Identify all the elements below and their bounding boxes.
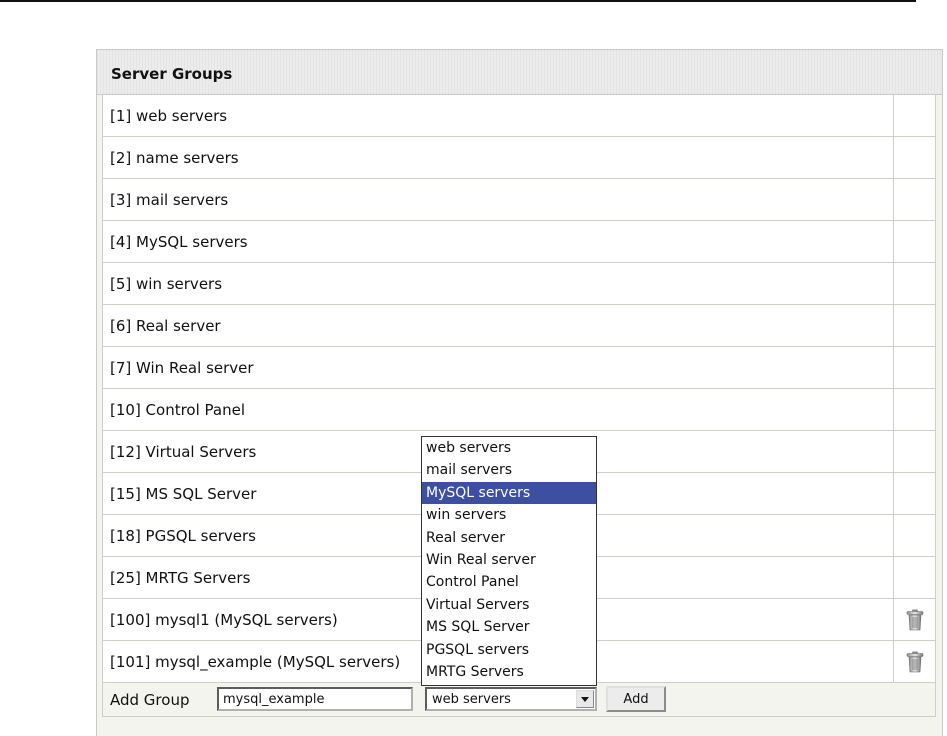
add-group-button[interactable]: Add: [606, 686, 666, 712]
group-row: [6] Real server: [102, 305, 936, 347]
group-row: [1] web servers: [102, 95, 936, 137]
dropdown-option[interactable]: web servers: [422, 437, 596, 459]
panel-header: Server Groups: [97, 50, 942, 95]
dropdown-option[interactable]: MySQL servers: [422, 481, 596, 505]
dropdown-option[interactable]: Real server: [422, 527, 596, 549]
group-row-action-cell: [893, 137, 935, 178]
group-row-action-cell: [893, 473, 935, 514]
group-row-label: [12] Virtual Servers: [110, 443, 257, 461]
group-type-select[interactable]: web servers: [425, 687, 597, 711]
group-row: [2] name servers: [102, 137, 936, 179]
group-row-label: [10] Control Panel: [110, 401, 246, 419]
dropdown-option[interactable]: MS SQL Server: [422, 616, 596, 638]
dropdown-option[interactable]: Control Panel: [422, 571, 596, 593]
group-row-label: [100] mysql1 (MySQL servers): [110, 611, 338, 629]
group-row-action-cell: [893, 263, 935, 304]
group-row-label: [3] mail servers: [110, 191, 229, 209]
group-type-dropdown-list[interactable]: web servers mail servers MySQL servers win …: [421, 436, 597, 686]
group-row-label: [101] mysql_example (MySQL servers): [110, 653, 401, 671]
group-row-action-cell: [893, 389, 935, 430]
group-row: [10] Control Panel: [102, 389, 936, 431]
group-row-label: [4] MySQL servers: [110, 233, 248, 251]
dropdown-option[interactable]: Virtual Servers: [422, 594, 596, 616]
group-row-label: [18] PGSQL servers: [110, 527, 256, 545]
group-row-label: [7] Win Real server: [110, 359, 254, 377]
group-row-label: [1] web servers: [110, 107, 228, 125]
trash-icon[interactable]: [906, 609, 924, 631]
group-row: [3] mail servers: [102, 179, 936, 221]
group-row-action-cell: [893, 95, 935, 136]
group-row-label: [2] name servers: [110, 149, 239, 167]
group-row-label: [15] MS SQL Server: [110, 485, 257, 503]
group-row-label: [6] Real server: [110, 317, 221, 335]
dropdown-option[interactable]: Win Real server: [422, 549, 596, 571]
dropdown-option[interactable]: win servers: [422, 504, 596, 526]
group-row: [4] MySQL servers: [102, 221, 936, 263]
group-row-label: [25] MRTG Servers: [110, 569, 251, 587]
dropdown-option[interactable]: MRTG Servers: [422, 661, 596, 683]
group-row-action-cell: [893, 305, 935, 346]
group-row-action-cell: [893, 179, 935, 220]
group-name-input[interactable]: [217, 687, 413, 711]
group-row-label: [5] win servers: [110, 275, 223, 293]
group-type-selected-value: web servers: [432, 692, 511, 707]
dropdown-option[interactable]: PGSQL servers: [422, 639, 596, 661]
add-group-label: Add Group: [110, 691, 190, 709]
chevron-down-icon[interactable]: [576, 690, 594, 708]
dropdown-option[interactable]: mail servers: [422, 459, 596, 481]
group-row-action-cell: [893, 221, 935, 262]
group-row-action-cell: [893, 431, 935, 472]
panel-title: Server Groups: [111, 65, 233, 83]
group-row-action-cell: [893, 557, 935, 598]
group-row-action-cell: [893, 641, 935, 682]
trash-icon[interactable]: [906, 651, 924, 673]
group-row: [5] win servers: [102, 263, 936, 305]
group-row-action-cell: [893, 347, 935, 388]
group-row: [7] Win Real server: [102, 347, 936, 389]
top-divider: [0, 0, 916, 2]
group-row-action-cell: [893, 515, 935, 556]
group-row-action-cell: [893, 599, 935, 640]
add-group-row: Add Group web servers Add: [102, 683, 936, 717]
